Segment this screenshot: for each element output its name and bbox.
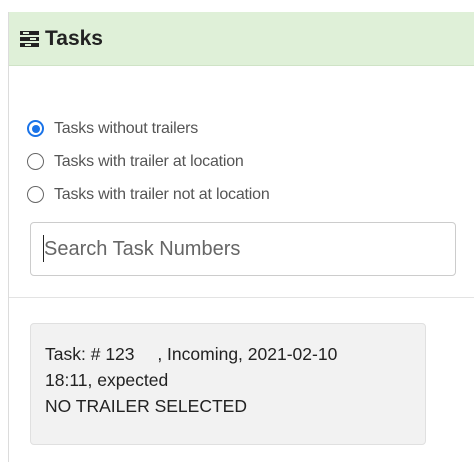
task-time-status: 18:11, expected (45, 370, 169, 390)
search-task-numbers-input[interactable] (30, 222, 456, 276)
task-line-1: Task: # 123 , Incoming, 2021-02-10 (45, 341, 411, 367)
filter-label-trailer-not-at-location: Tasks with trailer not at location (54, 185, 270, 203)
filter-label-trailer-at-location: Tasks with trailer at location (54, 152, 244, 170)
radio-trailer-not-at-location[interactable] (27, 186, 44, 203)
tasks-list-icon (20, 30, 39, 47)
filter-label-without-trailers: Tasks without trailers (54, 119, 199, 137)
task-prefix: Task: # (45, 344, 101, 364)
task-number: 123 (105, 344, 135, 364)
radio-trailer-at-location[interactable] (27, 153, 44, 170)
task-trailer-status: NO TRAILER SELECTED (45, 396, 247, 416)
filter-option-trailer-at-location[interactable]: Tasks with trailer at location (27, 145, 270, 178)
radio-without-trailers[interactable] (27, 120, 44, 137)
filter-option-trailer-not-at-location[interactable]: Tasks with trailer not at location (27, 178, 270, 211)
text-caret (43, 235, 44, 262)
task-filter-group: Tasks without trailers Tasks with traile… (27, 112, 270, 211)
panel-title: Tasks (45, 26, 103, 50)
task-details: , Incoming, 2021-02-10 (157, 344, 338, 364)
section-divider (9, 297, 474, 298)
task-card[interactable]: Task: # 123 , Incoming, 2021-02-10 18:11,… (30, 323, 426, 445)
panel-header: Tasks (9, 12, 474, 66)
filter-option-without-trailers[interactable]: Tasks without trailers (27, 112, 270, 145)
tasks-panel: Tasks Tasks without trailers Tasks with … (8, 12, 474, 462)
